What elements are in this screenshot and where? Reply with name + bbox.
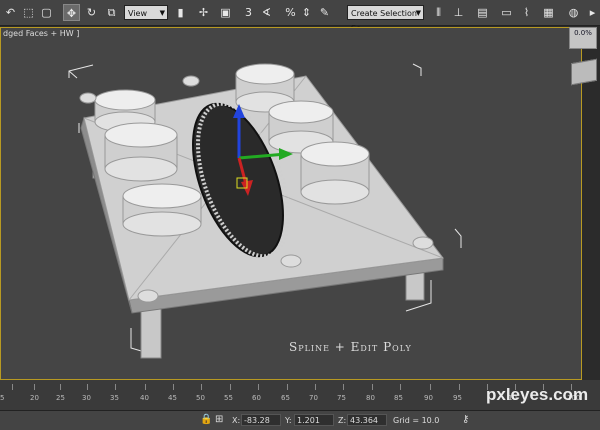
align-icon[interactable]: ⊥ <box>450 4 467 21</box>
y-coordinate-field[interactable]: 1.201 <box>294 414 334 426</box>
timeline-tick-label: 50 <box>196 394 205 402</box>
timeline-tick-label: 30 <box>82 394 91 402</box>
rotate-icon[interactable]: ↻ <box>83 4 100 21</box>
lock-icon[interactable]: 🔒 <box>200 414 212 425</box>
x-coordinate-field[interactable]: -83.28 <box>241 414 281 426</box>
timeline-tick-label: 5 <box>0 394 5 402</box>
timeline-tick-label: 95 <box>453 394 462 402</box>
key-icon[interactable]: ⚷ <box>462 414 469 425</box>
timeline-tick-label: 80 <box>366 394 375 402</box>
angle-snap-icon[interactable]: ∢ <box>258 4 275 21</box>
timeline-tick-label: 55 <box>224 394 233 402</box>
keyboard-shortcut-icon[interactable]: ▣ <box>217 4 234 21</box>
timeline-tick-label: 40 <box>140 394 149 402</box>
reference-coordinate-dropdown[interactable]: View ▼ <box>124 5 168 20</box>
edit-named-selection-icon[interactable]: ✎ <box>316 4 333 21</box>
cylinder-3 <box>122 183 202 237</box>
undo-icon[interactable]: ↶ <box>2 4 19 21</box>
scale-icon[interactable]: ⧉ <box>103 4 120 21</box>
timeline-tick-label: 75 <box>337 394 346 402</box>
viewcube-body[interactable] <box>571 58 597 86</box>
main-toolbar: ↶ ⬚ ▢ ✥ ↻ ⧉ View ▼ ▮ ✢ ▣ 3 ∢ % ⇕ ✎ Create… <box>0 0 600 33</box>
select-manipulate-icon[interactable]: ✢ <box>195 4 212 21</box>
select-move-icon[interactable]: ✥ <box>63 4 80 21</box>
timeline-tick-label: 25 <box>56 394 65 402</box>
absolute-mode-icon[interactable]: ⊞ <box>215 414 223 425</box>
timeline-tick-label: 70 <box>309 394 318 402</box>
y-label: Y: <box>285 416 292 425</box>
perspective-viewport[interactable]: dged Faces + HW ] Spline + Edit Poly <box>0 27 582 380</box>
viewcube[interactable]: 0.0% <box>565 27 600 87</box>
cylinder-2 <box>104 122 178 182</box>
timeline-tick-label: 65 <box>281 394 290 402</box>
render-icon[interactable]: ▸ <box>584 4 600 21</box>
window-crossing-icon[interactable]: ▢ <box>38 4 55 21</box>
select-region-icon[interactable]: ⬚ <box>20 4 37 21</box>
z-label: Z: <box>338 416 347 425</box>
timeline-tick-label: 60 <box>252 394 261 402</box>
scene-render <box>68 63 462 359</box>
x-label: X: <box>232 416 241 425</box>
timeline-tick-label: 45 <box>168 394 177 402</box>
mirror-icon[interactable]: ⫴ <box>430 4 447 21</box>
timeline-tick-label: 20 <box>30 394 39 402</box>
material-editor-icon[interactable]: ▦ <box>540 4 557 21</box>
layer-manager-icon[interactable]: ▤ <box>474 4 491 21</box>
percent-snap-icon[interactable]: % <box>282 4 299 21</box>
spinner-snap-icon[interactable]: ⇕ <box>298 4 315 21</box>
render-setup-icon[interactable]: ◍ <box>565 4 582 21</box>
graphite-tools-icon[interactable]: ▭ <box>498 4 515 21</box>
cylinder-6 <box>300 141 370 205</box>
named-selection-dropdown[interactable]: Create Selection Se▼ <box>347 5 424 33</box>
timeline-tick-label: 85 <box>394 394 403 402</box>
viewcube-face[interactable]: 0.0% <box>569 27 597 49</box>
status-bar: 🔒 ⊞ X: -83.28 Y: 1.201 Z: 43.364 Grid = … <box>0 410 600 430</box>
snaps-toggle-icon[interactable]: 3 <box>240 4 257 21</box>
grid-size-label: Grid = 10.0 <box>393 416 440 425</box>
z-coordinate-field[interactable]: 43.364 <box>347 414 387 426</box>
watermark-logo: pxleyes.com <box>486 385 589 404</box>
timeline-tick-label: 90 <box>424 394 433 402</box>
timeline-tick-label: 35 <box>110 394 119 402</box>
pivot-center-icon[interactable]: ▮ <box>172 4 189 21</box>
curve-editor-icon[interactable]: ⌇ <box>518 4 535 21</box>
viewport-caption: Spline + Edit Poly <box>289 340 412 354</box>
